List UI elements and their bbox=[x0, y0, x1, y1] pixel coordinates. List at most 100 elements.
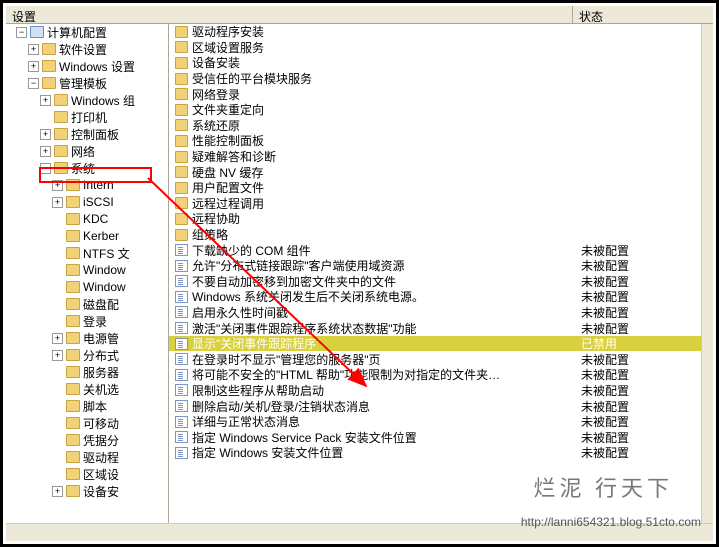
tree-node[interactable]: + 设备安 bbox=[6, 483, 168, 499]
list-item[interactable]: 详细与正常状态消息未被配置 bbox=[169, 414, 701, 430]
expand-toggle-icon[interactable]: + bbox=[40, 146, 51, 157]
tree-node[interactable]: Window bbox=[6, 279, 168, 295]
list-item[interactable]: 性能控制面板 bbox=[169, 133, 701, 149]
list-item[interactable]: 指定 Windows 安装文件位置未被配置 bbox=[169, 445, 701, 461]
tree-node[interactable]: 登录 bbox=[6, 313, 168, 329]
collapse-toggle-icon[interactable]: − bbox=[40, 163, 51, 174]
tree-node[interactable]: 区域设 bbox=[6, 466, 168, 482]
list-item[interactable]: 限制这些程序从帮助启动未被配置 bbox=[169, 383, 701, 399]
folder-icon bbox=[66, 468, 80, 480]
list-item[interactable]: 系统还原 bbox=[169, 118, 701, 134]
tree-node[interactable]: 驱动程 bbox=[6, 449, 168, 465]
tree-node[interactable]: +iSCSI bbox=[6, 194, 168, 210]
list-item[interactable]: 激活"关闭事件跟踪程序系统状态数据"功能未被配置 bbox=[169, 320, 701, 336]
list-item[interactable]: 显示"关闭事件跟踪程序"已禁用 bbox=[169, 336, 701, 352]
config-icon bbox=[30, 26, 44, 38]
list-item[interactable]: Windows 系统关闭发生后不关闭系统电源。未被配置 bbox=[169, 289, 701, 305]
list-item-state: 未被配置 bbox=[581, 413, 701, 430]
expand-toggle-icon[interactable]: + bbox=[52, 350, 63, 361]
tree-node[interactable]: Kerber bbox=[6, 228, 168, 244]
horizontal-scrollbar[interactable] bbox=[6, 523, 713, 541]
list-pane[interactable]: 驱动程序安装区域设置服务设备安装受信任的平台模块服务网络登录文件夹重定向系统还原… bbox=[169, 24, 701, 523]
tree-node[interactable]: +控制面板 bbox=[6, 126, 168, 142]
list-item[interactable]: 用户配置文件 bbox=[169, 180, 701, 196]
tree-node[interactable]: 打印机 bbox=[6, 109, 168, 125]
policy-icon bbox=[175, 431, 188, 443]
collapse-toggle-icon[interactable]: − bbox=[16, 27, 27, 38]
tree-node[interactable]: 可移动 bbox=[6, 415, 168, 431]
tree-node[interactable]: +网络 bbox=[6, 143, 168, 159]
state-header[interactable]: 状态 bbox=[573, 6, 713, 23]
list-item[interactable]: 在登录时不显示"管理您的服务器"页未被配置 bbox=[169, 351, 701, 367]
list-item-state: 未被配置 bbox=[581, 257, 701, 274]
expand-toggle-icon[interactable]: + bbox=[52, 333, 63, 344]
policy-icon bbox=[175, 275, 188, 287]
list-item[interactable]: 组策略 bbox=[169, 227, 701, 243]
tree-node[interactable]: +Intern bbox=[6, 177, 168, 193]
list-item[interactable]: 删除启动/关机/登录/注销状态消息未被配置 bbox=[169, 398, 701, 414]
list-item[interactable]: 下载缺少的 COM 组件未被配置 bbox=[169, 242, 701, 258]
list-item[interactable]: 驱动程序安装 bbox=[169, 24, 701, 40]
tree-node[interactable]: +分布式 bbox=[6, 347, 168, 363]
list-item-state: 未被配置 bbox=[581, 429, 701, 446]
list-item[interactable]: 允许"分布式链接跟踪"客户端使用域资源未被配置 bbox=[169, 258, 701, 274]
tree-node[interactable]: KDC bbox=[6, 211, 168, 227]
tree-node[interactable]: 脚本 bbox=[6, 398, 168, 414]
folder-icon bbox=[42, 77, 56, 89]
list-item-state: 未被配置 bbox=[581, 288, 701, 305]
list-item[interactable]: 文件夹重定向 bbox=[169, 102, 701, 118]
tree-node[interactable]: 磁盘配 bbox=[6, 296, 168, 312]
list-item[interactable]: 网络登录 bbox=[169, 86, 701, 102]
list-item-label: 限制这些程序从帮助启动 bbox=[192, 382, 581, 399]
list-item[interactable]: 硬盘 NV 缓存 bbox=[169, 164, 701, 180]
list-item[interactable]: 设备安装 bbox=[169, 55, 701, 71]
tree-spacer bbox=[52, 231, 63, 242]
expand-toggle-icon[interactable]: + bbox=[40, 95, 51, 106]
collapse-toggle-icon[interactable]: − bbox=[28, 78, 39, 89]
tree-node[interactable]: 凭据分 bbox=[6, 432, 168, 448]
tree-node-label: 设备安 bbox=[83, 483, 119, 500]
list-item[interactable]: 受信任的平台模块服务 bbox=[169, 71, 701, 87]
list-item[interactable]: 启用永久性时间戳未被配置 bbox=[169, 305, 701, 321]
vertical-scrollbar[interactable] bbox=[701, 24, 713, 523]
list-item[interactable]: 不要自动加密移到加密文件夹中的文件未被配置 bbox=[169, 274, 701, 290]
tree-node[interactable]: NTFS 文 bbox=[6, 245, 168, 261]
expand-toggle-icon[interactable]: + bbox=[52, 486, 63, 497]
policy-icon bbox=[175, 369, 188, 381]
policy-icon bbox=[175, 447, 188, 459]
expand-toggle-icon[interactable]: + bbox=[28, 44, 39, 55]
tree-node[interactable]: −计算机配置 bbox=[6, 24, 168, 40]
tree-node-label: 登录 bbox=[83, 313, 107, 330]
tree-node[interactable]: + Windows 组 bbox=[6, 92, 168, 108]
list-item[interactable]: 将可能不安全的"HTML 帮助"功能限制为对指定的文件夹…未被配置 bbox=[169, 367, 701, 383]
expand-toggle-icon[interactable]: + bbox=[52, 180, 63, 191]
tree-node[interactable]: Window bbox=[6, 262, 168, 278]
tree-spacer bbox=[52, 367, 63, 378]
tree-node[interactable]: +Windows 设置 bbox=[6, 58, 168, 74]
work-area: 本地计算机 策略 设置 状态 −计算机配置+软件设置+Windows 设置−管理… bbox=[6, 6, 713, 541]
folder-icon bbox=[66, 179, 80, 191]
list-item[interactable]: 远程过程调用 bbox=[169, 196, 701, 212]
list-item[interactable]: 区域设置服务 bbox=[169, 40, 701, 56]
list-item-label: Windows 系统关闭发生后不关闭系统电源。 bbox=[192, 288, 581, 305]
list-item-label: 区域设置服务 bbox=[192, 39, 581, 56]
expand-toggle-icon[interactable]: + bbox=[40, 129, 51, 140]
expand-toggle-icon[interactable]: + bbox=[52, 197, 63, 208]
list-item[interactable]: 指定 Windows Service Pack 安装文件位置未被配置 bbox=[169, 429, 701, 445]
tree-node[interactable]: −系统 bbox=[6, 160, 168, 176]
tree-node[interactable]: +软件设置 bbox=[6, 41, 168, 57]
folder-icon bbox=[66, 315, 80, 327]
list-item[interactable]: 疑难解答和诊断 bbox=[169, 149, 701, 165]
tree-node[interactable]: 服务器 bbox=[6, 364, 168, 380]
settings-header[interactable]: 设置 bbox=[6, 6, 573, 23]
tree-node[interactable]: −管理模板 bbox=[6, 75, 168, 91]
policy-icon bbox=[175, 260, 188, 272]
tree-node-label: Windows 组 bbox=[71, 92, 135, 109]
tree-node[interactable]: 关机选 bbox=[6, 381, 168, 397]
tree-node-label: 凭据分 bbox=[83, 432, 119, 449]
tree-pane[interactable]: −计算机配置+软件设置+Windows 设置−管理模板 + Windows 组打印机… bbox=[6, 24, 169, 523]
tree-node[interactable]: +电源管 bbox=[6, 330, 168, 346]
tree-spacer bbox=[52, 384, 63, 395]
expand-toggle-icon[interactable]: + bbox=[28, 61, 39, 72]
list-item[interactable]: 远程协助 bbox=[169, 211, 701, 227]
